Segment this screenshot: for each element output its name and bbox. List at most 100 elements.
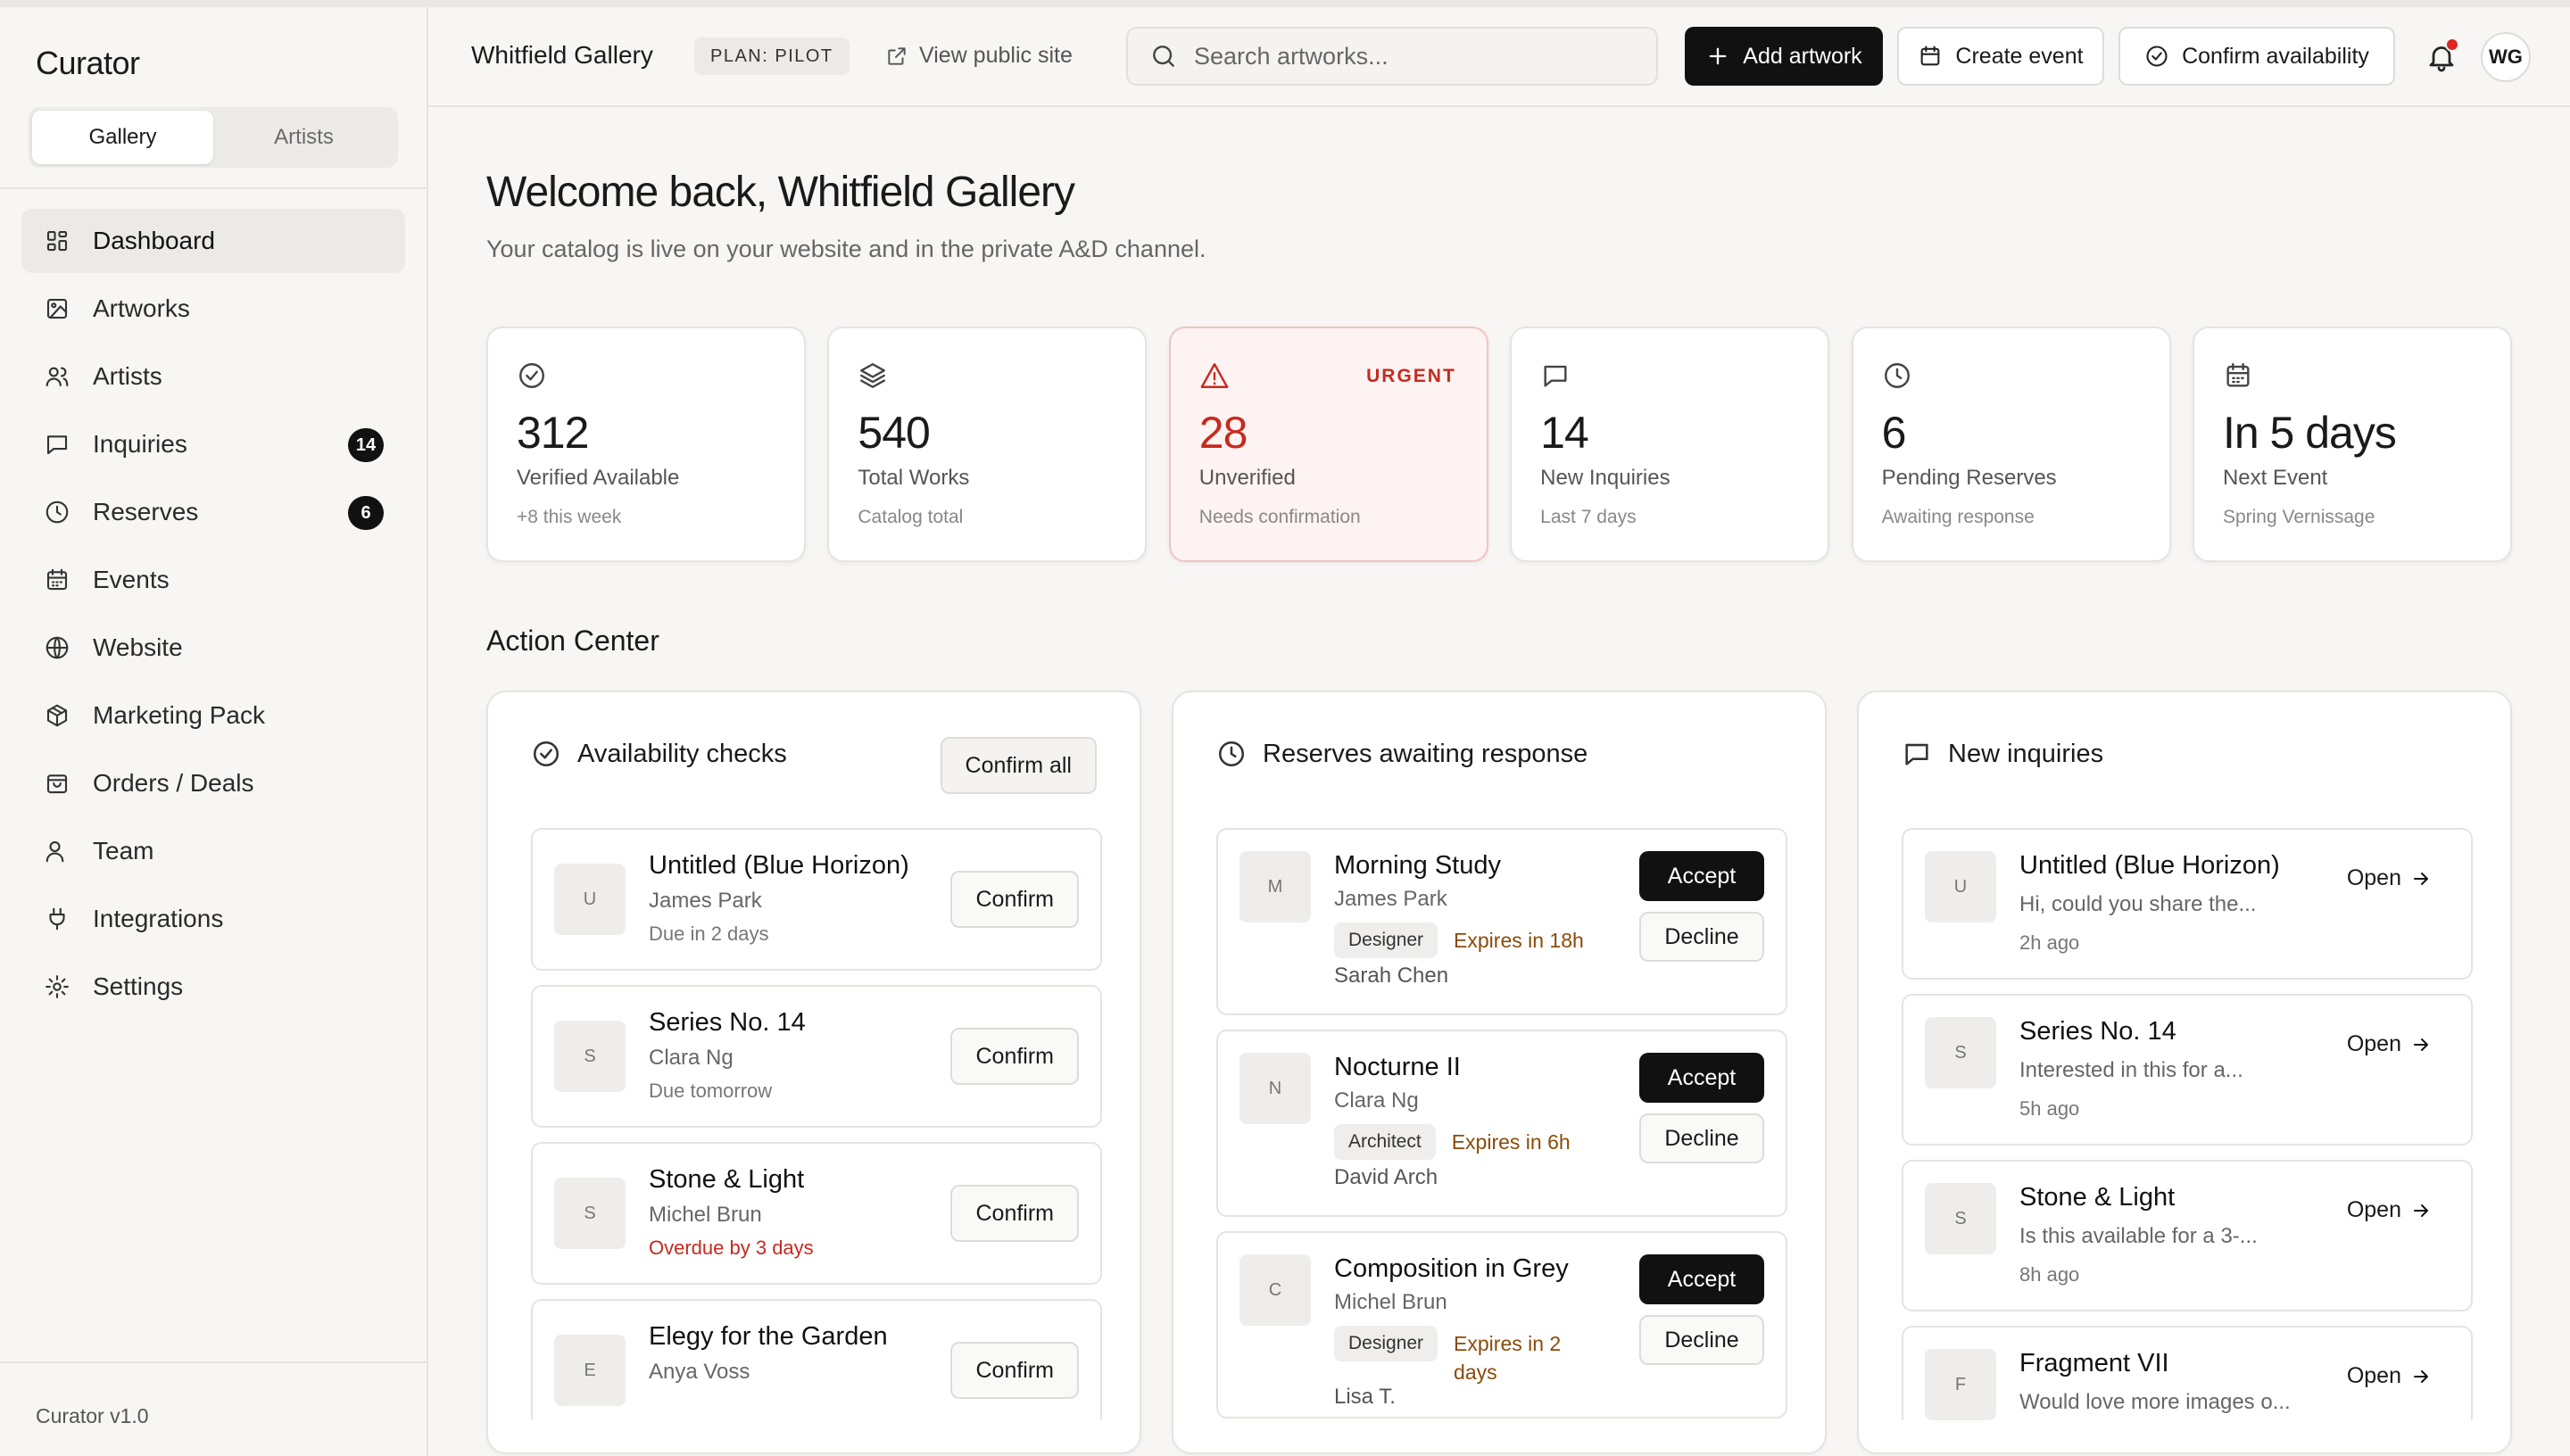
availability-item: U Untitled (Blue Horizon) James Park Due in… bbox=[531, 828, 1102, 971]
sidebar-nav: Dashboard Artworks Artists Inquiries 14 Reser… bbox=[21, 209, 405, 1022]
artwork-title: Fragment VII bbox=[2019, 1349, 2169, 1377]
reserve-meta: Designer Expires in 2 days bbox=[1334, 1326, 1596, 1386]
layers-icon bbox=[858, 360, 888, 391]
stat-card[interactable]: 312 Verified Available +8 this week bbox=[486, 327, 806, 562]
image-icon bbox=[43, 294, 71, 323]
artwork-title: Series No. 14 bbox=[649, 1008, 806, 1037]
stat-subtext: Needs confirmation bbox=[1198, 507, 1361, 527]
sidebar-item-label: Reserves bbox=[93, 498, 199, 525]
availability-item: E Elegy for the Garden Anya Voss Confirm bbox=[531, 1299, 1102, 1420]
confirm-button[interactable]: Confirm bbox=[950, 1342, 1079, 1399]
stat-value: 540 bbox=[858, 408, 930, 458]
sidebar-item-team[interactable]: Team bbox=[21, 819, 405, 883]
open-inquiry-link[interactable]: Open bbox=[2347, 1363, 2432, 1389]
artwork-title: Morning Study bbox=[1334, 851, 1501, 880]
accept-button[interactable]: Accept bbox=[1639, 1254, 1764, 1304]
stat-label: Unverified bbox=[1198, 466, 1296, 490]
image-icon bbox=[46, 298, 68, 319]
sidebar-item-events[interactable]: Events bbox=[21, 548, 405, 612]
stat-label: Pending Reserves bbox=[1881, 466, 2057, 490]
calendar-icon bbox=[46, 568, 68, 591]
stat-card[interactable]: In 5 days Next Event Spring Vernissage bbox=[2192, 327, 2512, 562]
open-inquiry-link[interactable]: Open bbox=[2347, 1197, 2432, 1223]
plug-icon bbox=[43, 905, 71, 933]
add-artwork-button[interactable]: Add artwork bbox=[1685, 27, 1883, 86]
inquiry-item[interactable]: F Fragment VII Would love more images o...… bbox=[1902, 1326, 2473, 1420]
inquiry-item[interactable]: S Stone & Light Is this available for a 3-… bbox=[1902, 1160, 2473, 1311]
stats-row: 312 Verified Available +8 this week 540 Tota… bbox=[486, 327, 2512, 562]
sidebar-item-label: Artists bbox=[93, 362, 162, 390]
check-circle-icon bbox=[533, 740, 560, 767]
expiry-text: Expires in 18h bbox=[1454, 929, 1584, 952]
stat-card[interactable]: 14 New Inquiries Last 7 days bbox=[1510, 327, 1830, 562]
inquiry-item[interactable]: U Untitled (Blue Horizon) Hi, could you sh… bbox=[1902, 828, 2473, 980]
artwork-thumbnail: M bbox=[1239, 851, 1311, 922]
stat-card[interactable]: URGENT 28 Unverified Needs confirmation bbox=[1168, 327, 1488, 562]
create-event-button[interactable]: Create event bbox=[1897, 27, 2104, 86]
action-center-title: Action Center bbox=[486, 625, 659, 657]
sidebar-item-inquiries[interactable]: Inquiries 14 bbox=[21, 412, 405, 476]
artwork-thumbnail: U bbox=[554, 864, 626, 935]
search-input[interactable] bbox=[1194, 42, 1622, 70]
accept-button[interactable]: Accept bbox=[1639, 1053, 1764, 1103]
sidebar-item-label: Marketing Pack bbox=[93, 701, 265, 729]
confirm-button[interactable]: Confirm bbox=[950, 1028, 1079, 1085]
sidebar-item-reserves[interactable]: Reserves 6 bbox=[21, 480, 405, 544]
user-avatar[interactable]: WG bbox=[2481, 32, 2531, 82]
availability-list: U Untitled (Blue Horizon) James Park Due in… bbox=[531, 828, 1102, 1420]
top-bar: Whitfield Gallery PLAN: PILOT View publi… bbox=[428, 7, 2570, 107]
sidebar-item-artists[interactable]: Artists bbox=[21, 344, 405, 409]
stat-card[interactable]: 6 Pending Reserves Awaiting response bbox=[1851, 327, 2171, 562]
stat-label: Verified Available bbox=[517, 466, 680, 490]
reserves-list: M Morning Study James Park Designer Expires … bbox=[1216, 828, 1787, 1420]
sidebar-divider bbox=[0, 187, 427, 189]
sidebar-item-label: Integrations bbox=[93, 905, 224, 932]
page-subtitle: Your catalog is live on your website and… bbox=[486, 236, 1206, 262]
count-badge: 14 bbox=[348, 428, 384, 462]
accept-button[interactable]: Accept bbox=[1639, 851, 1764, 901]
open-inquiry-link[interactable]: Open bbox=[2347, 1031, 2432, 1057]
sidebar-item-website[interactable]: Website bbox=[21, 616, 405, 680]
confirm-button[interactable]: Confirm bbox=[950, 1185, 1079, 1242]
inquiry-message: Is this available for a 3-... bbox=[2019, 1224, 2258, 1248]
layers-icon bbox=[860, 363, 886, 388]
confirm-button[interactable]: Confirm bbox=[950, 871, 1079, 928]
open-inquiry-link[interactable]: Open bbox=[2347, 865, 2432, 891]
sidebar-footer-divider bbox=[0, 1361, 427, 1363]
sidebar-item-orders-deals[interactable]: Orders / Deals bbox=[21, 751, 405, 815]
sidebar-item-marketing-pack[interactable]: Marketing Pack bbox=[21, 683, 405, 748]
sidebar-item-label: Inquiries bbox=[93, 430, 187, 458]
role-badge: Designer bbox=[1334, 922, 1438, 958]
sidebar-item-integrations[interactable]: Integrations bbox=[21, 887, 405, 951]
sidebar-item-artworks[interactable]: Artworks bbox=[21, 277, 405, 341]
check-circle-icon bbox=[517, 360, 547, 391]
notifications-button[interactable] bbox=[2420, 36, 2463, 79]
decline-button[interactable]: Decline bbox=[1639, 1113, 1764, 1163]
globe-icon bbox=[43, 633, 71, 662]
sidebar-item-label: Events bbox=[93, 566, 170, 593]
open-label: Open bbox=[2346, 1363, 2401, 1388]
stat-card[interactable]: 540 Total Works Catalog total bbox=[827, 327, 1148, 562]
confirm-availability-button[interactable]: Confirm availability bbox=[2118, 27, 2395, 86]
sidebar-item-settings[interactable]: Settings bbox=[21, 955, 405, 1019]
calendar-icon bbox=[2223, 360, 2253, 391]
view-public-site-link[interactable]: View public site bbox=[885, 43, 1073, 69]
calendar-icon bbox=[1921, 46, 1940, 66]
notification-dot bbox=[2445, 37, 2459, 52]
plug-icon bbox=[49, 907, 65, 931]
artist-name: Clara Ng bbox=[1334, 1088, 1419, 1113]
calendar-icon bbox=[2226, 363, 2250, 387]
sidebar-item-label: Settings bbox=[93, 972, 184, 1000]
decline-button[interactable]: Decline bbox=[1639, 912, 1764, 962]
confirm-all-button[interactable]: Confirm all bbox=[940, 737, 1097, 794]
inquiry-item[interactable]: S Series No. 14 Interested in this for a..… bbox=[1902, 994, 2473, 1146]
decline-button[interactable]: Decline bbox=[1639, 1315, 1764, 1365]
inquiries-title: New inquiries bbox=[1948, 739, 2104, 768]
mode-switcher: Gallery Artists bbox=[29, 107, 398, 168]
switch-artists[interactable]: Artists bbox=[213, 111, 394, 164]
sidebar-item-dashboard[interactable]: Dashboard bbox=[21, 209, 405, 273]
sidebar-item-label: Dashboard bbox=[93, 227, 215, 254]
artwork-title: Untitled (Blue Horizon) bbox=[2019, 851, 2280, 880]
reserves-title: Reserves awaiting response bbox=[1263, 739, 1588, 768]
switch-gallery[interactable]: Gallery bbox=[32, 111, 213, 164]
